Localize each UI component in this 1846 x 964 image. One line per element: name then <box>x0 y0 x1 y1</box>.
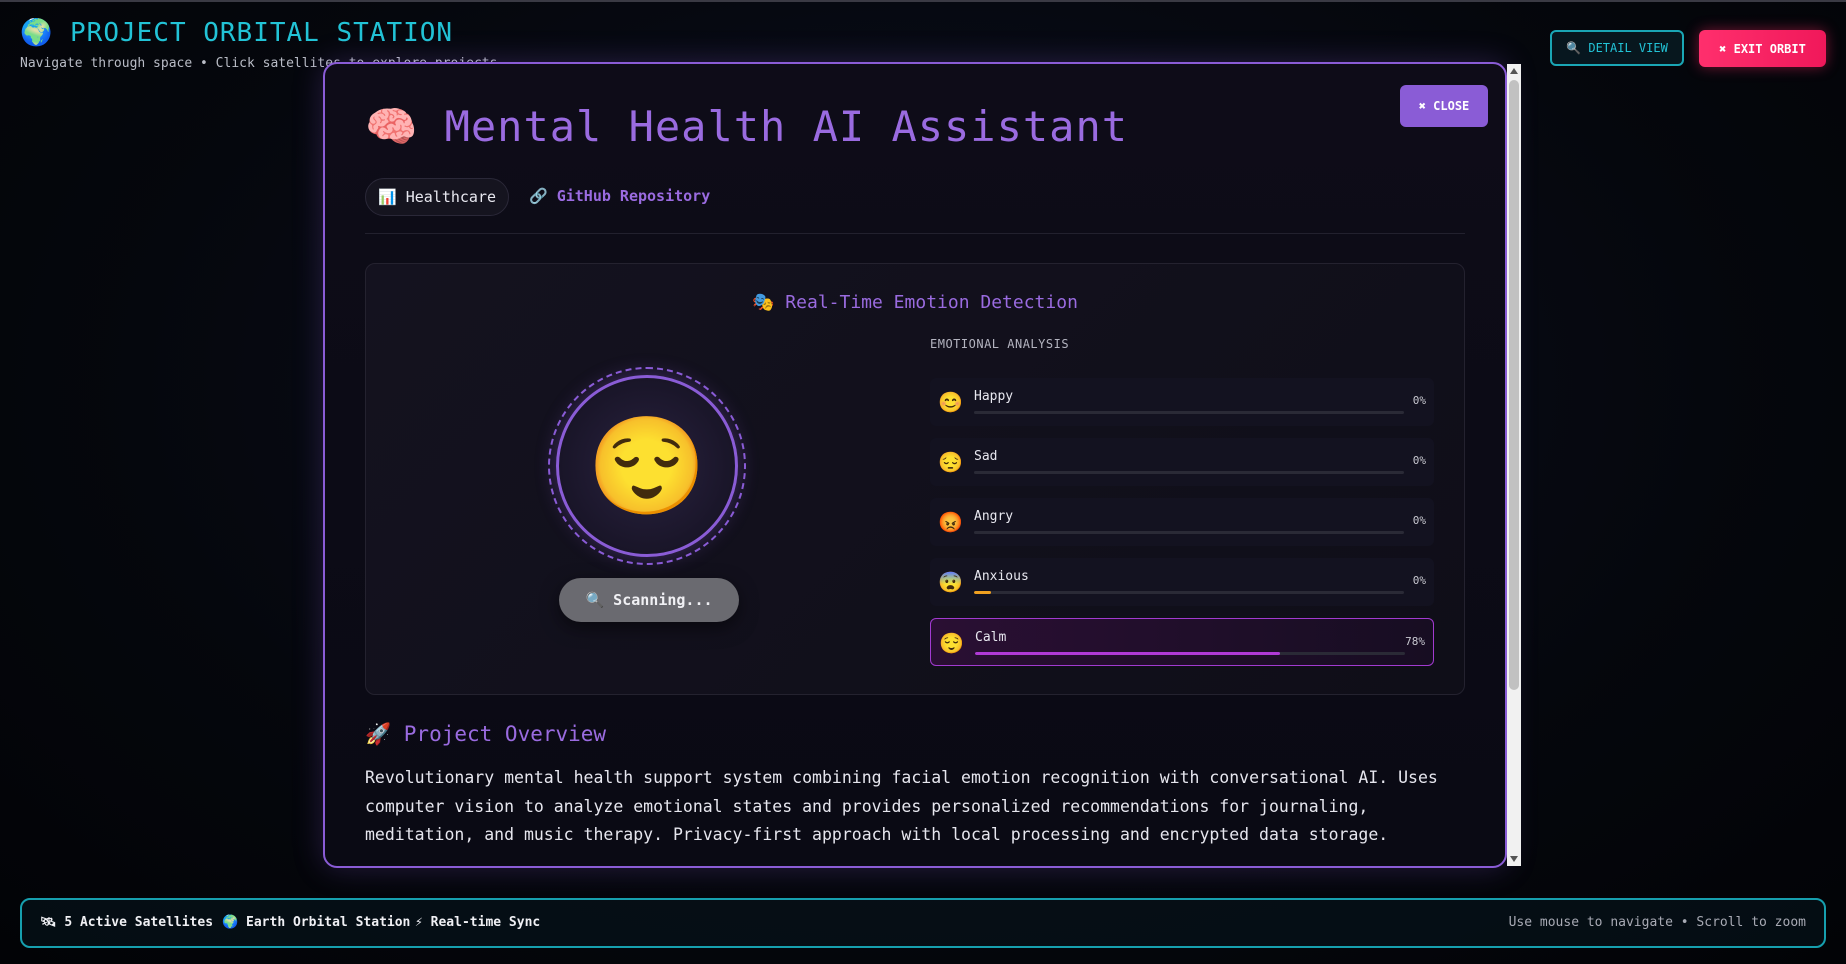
emotion-emoji-icon: 😔 <box>938 450 963 474</box>
project-title: 🧠 Mental Health AI Assistant <box>365 102 1129 151</box>
project-modal: ✖ CLOSE 🧠 Mental Health AI Assistant 📊 H… <box>323 62 1507 868</box>
emotion-emoji-icon: 😊 <box>938 390 963 414</box>
emotion-row: 😔 Sad 0% <box>930 438 1434 486</box>
scroll-up-arrow-icon[interactable] <box>1510 68 1518 74</box>
emotion-percent: 0% <box>1412 574 1426 587</box>
active-satellites-status: 🛰 5 Active Satellites <box>40 915 214 930</box>
divider <box>365 233 1465 234</box>
category-tag: 📊 Healthcare <box>365 178 509 216</box>
emotion-row: 😨 Anxious 0% <box>930 558 1434 606</box>
emotion-emoji-icon: 😡 <box>938 510 963 534</box>
emotion-emoji-icon: 😨 <box>938 570 963 594</box>
emotion-detection-panel: 🎭 Real-Time Emotion Detection 😌 🔍 Scanni… <box>365 263 1465 695</box>
emotion-row: 😡 Angry 0% <box>930 498 1434 546</box>
emotion-name: Happy <box>974 389 1014 404</box>
scroll-thumb[interactable] <box>1509 80 1519 690</box>
emotion-percent: 0% <box>1412 454 1426 467</box>
realtime-sync-status: ⚡ Real-time Sync <box>415 915 541 930</box>
emotion-face: 😌 <box>556 375 738 557</box>
overview-title: 🚀 Project Overview <box>365 722 607 746</box>
status-footer: 🛰 5 Active Satellites 🌍 Earth Orbital St… <box>20 898 1826 948</box>
scroll-down-arrow-icon[interactable] <box>1510 856 1518 862</box>
exit-orbit-button[interactable]: ✖ EXIT ORBIT <box>1699 30 1826 67</box>
emotion-percent: 0% <box>1412 394 1426 407</box>
emotion-bar-track <box>974 411 1404 414</box>
emotion-bar-track <box>974 471 1404 474</box>
emotional-analysis-label: EMOTIONAL ANALYSIS <box>930 337 1070 351</box>
scanning-button[interactable]: 🔍 Scanning... <box>559 578 739 622</box>
emotion-name: Calm <box>975 630 1007 645</box>
emotion-bar-track <box>974 591 1404 594</box>
emotion-name: Angry <box>974 509 1014 524</box>
emotion-bar-track <box>975 652 1405 655</box>
overview-text: Revolutionary mental health support syst… <box>365 768 1438 844</box>
emotion-row: 😌 Calm 78% <box>930 618 1434 666</box>
emotion-bar-track <box>974 531 1404 534</box>
emotion-row: 😊 Happy 0% <box>930 378 1434 426</box>
emotion-percent: 0% <box>1412 514 1426 527</box>
emotion-name: Anxious <box>974 569 1029 584</box>
emotion-percent: 78% <box>1405 635 1425 648</box>
app-title: 🌍 PROJECT ORBITAL STATION <box>20 18 454 48</box>
emotion-bar-fill <box>975 652 1281 655</box>
emotion-panel-title: 🎭 Real-Time Emotion Detection <box>752 292 1078 313</box>
emotion-bar-fill <box>974 591 992 594</box>
github-repository-link[interactable]: 🔗 GitHub Repository <box>529 187 710 205</box>
emotion-name: Sad <box>974 449 998 464</box>
emotion-emoji-icon: 😌 <box>939 631 964 655</box>
orbital-station-status: 🌍 Earth Orbital Station <box>222 915 411 930</box>
close-button[interactable]: ✖ CLOSE <box>1400 85 1488 127</box>
detail-view-button[interactable]: 🔍 DETAIL VIEW <box>1550 30 1684 66</box>
navigation-hint: Use mouse to navigate • Scroll to zoom <box>1508 915 1806 930</box>
top-border <box>0 0 1846 2</box>
